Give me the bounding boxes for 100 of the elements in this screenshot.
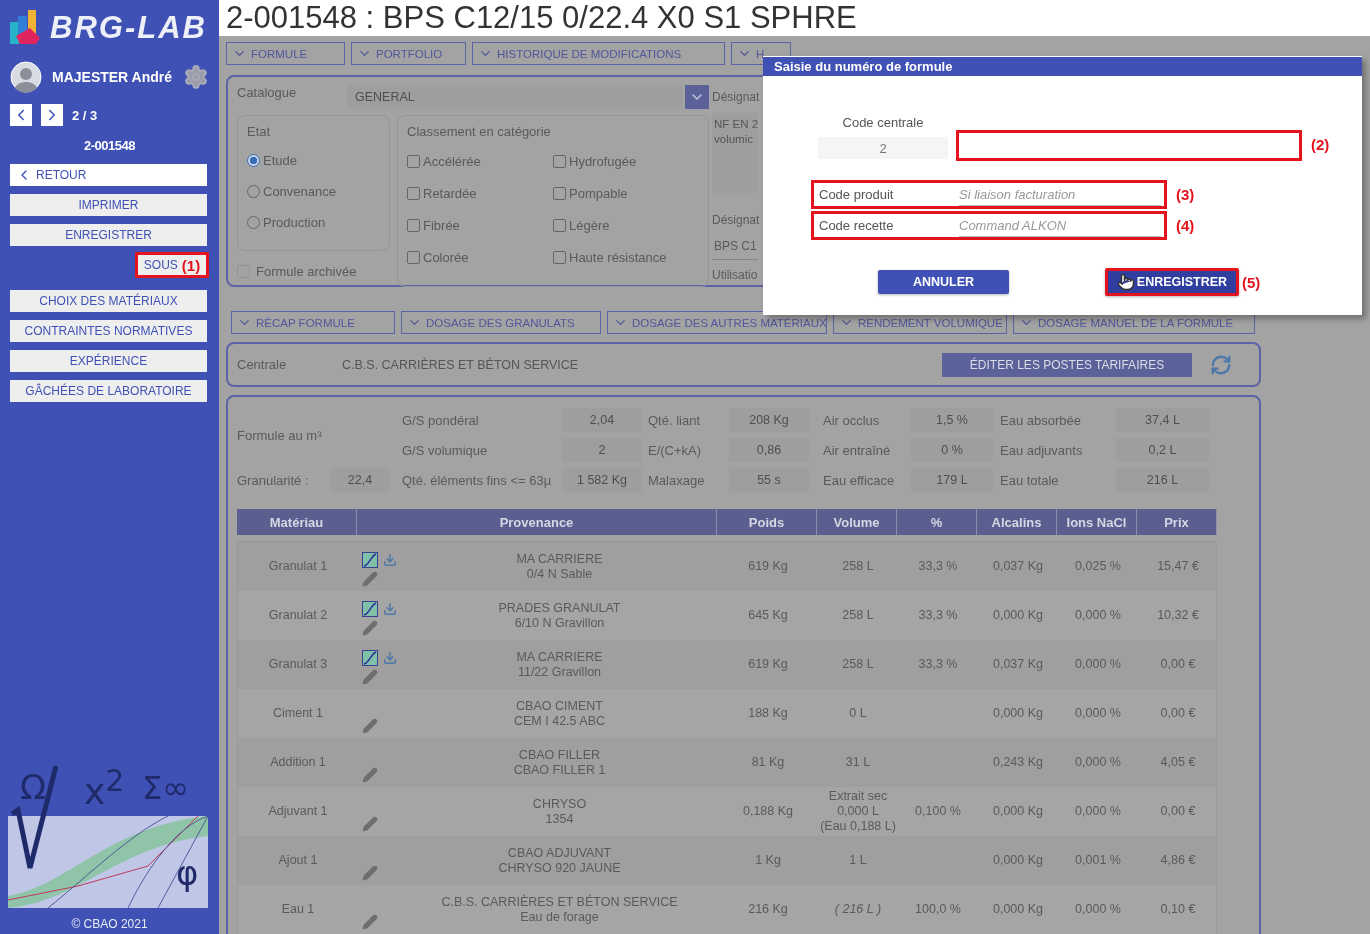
cancel-button[interactable]: ANNULER (878, 270, 1009, 294)
table-cell-text: C.B.S. CARRIÈRES ET BÉTON SERVICE Eau de forage (440, 893, 679, 926)
pencil-icon[interactable] (362, 816, 378, 832)
table-cell-text: 0,000 Kg (991, 705, 1044, 722)
download-icon[interactable] (383, 602, 397, 616)
designation-field[interactable]: BPS C1 (712, 235, 758, 260)
chart-icon[interactable] (362, 601, 378, 617)
section-tab[interactable]: DOSAGE DES GRANULATS (401, 311, 601, 334)
settings-icon[interactable] (183, 64, 209, 90)
checkbox[interactable] (407, 250, 420, 264)
checkbox[interactable] (407, 154, 420, 168)
radio-button[interactable] (247, 154, 260, 167)
checkbox[interactable] (407, 218, 420, 232)
chart-icon[interactable] (362, 650, 378, 666)
input-field[interactable]: Si liaison facturation (959, 183, 1161, 206)
table-cell-text: Granulat 2 (267, 607, 329, 624)
download-icon[interactable] (383, 651, 397, 665)
section-tab[interactable]: HISTORIQUE DE MODIFICATIONS (472, 42, 725, 65)
field-label: Centrale (237, 357, 288, 372)
section-tab[interactable]: PORTFOLIO (351, 42, 466, 65)
table-cell-text: 81 Kg (750, 754, 786, 771)
section-tab[interactable]: RÉCAP FORMULE (231, 311, 395, 334)
pencil-icon[interactable] (362, 865, 378, 881)
value-field: 1 582 Kg (562, 468, 642, 492)
column-header: % (897, 509, 977, 535)
column-header: Volume (817, 509, 897, 535)
table-cell-text: 258 L (841, 607, 875, 624)
checkbox[interactable] (553, 186, 566, 200)
pencil-icon[interactable] (362, 718, 378, 734)
checkbox[interactable] (553, 250, 566, 264)
option-label: Convenance (263, 184, 336, 199)
pencil-icon[interactable] (362, 914, 378, 930)
field-label: Eau adjuvants (1000, 442, 1083, 458)
table-cell-text: 33,3 % (917, 558, 959, 575)
table-cell-text: 0,100 % (914, 803, 962, 820)
option-label: Fibrée (423, 217, 460, 233)
field-label: Utilisatio (712, 268, 759, 282)
value-field: 2 (562, 438, 642, 462)
sidebar-button[interactable]: SOUS (1) (135, 252, 209, 278)
table-cell-text: 619 Kg (747, 558, 789, 575)
callout-label: (3) (1176, 186, 1195, 203)
table-cell-text: 0 L (848, 705, 868, 722)
table-cell-text: 0,10 € (1159, 901, 1197, 918)
user-name: MAJESTER André (52, 69, 173, 85)
table-cell-text: 33,3 % (917, 607, 959, 624)
next-button[interactable] (41, 104, 63, 126)
code-centrale-field: 2 (818, 137, 948, 159)
checkbox[interactable] (553, 218, 566, 232)
column-header: Provenance (357, 509, 717, 535)
dropdown-button[interactable] (685, 85, 709, 109)
table-cell-text: 31 L (844, 754, 872, 771)
field-label: Air occlus (823, 412, 880, 428)
column-header: Poids (717, 509, 817, 535)
page-counter: 2 / 3 (72, 107, 98, 123)
save-button[interactable]: ENREGISTRER (1105, 268, 1239, 296)
table-cell-text: Granulat 3 (267, 656, 329, 673)
option-label: Haute résistance (569, 249, 667, 265)
table-cell-text: 0,188 Kg (741, 803, 794, 820)
chart-icon[interactable] (362, 552, 378, 568)
table-cell-text: CHRYSO 1354 (531, 795, 588, 828)
table-cell-text: CBAO ADJUVANT CHRYSO 920 JAUNE (497, 844, 622, 877)
edit-pricing-button[interactable]: ÉDITER LES POSTES TARIFAIRES (942, 352, 1192, 377)
dialog-title: Saisie du numéro de formule (763, 57, 1362, 76)
callout-label: (5) (1242, 273, 1261, 291)
sidebar-button[interactable]: CHOIX DES MATÉRIAUX (10, 290, 207, 312)
sidebar-button[interactable]: EXPÉRIENCE (10, 350, 207, 372)
value-field: 0 % (911, 438, 993, 462)
table-cell-text: 258 L (841, 656, 875, 673)
previous-button[interactable] (10, 104, 32, 126)
table-cell-text: MA CARRIERE 11/22 Gravillon (515, 648, 604, 681)
table-cell-text: 0,025 % (1074, 558, 1122, 575)
field-label: G/S volumique (402, 442, 488, 458)
download-icon[interactable] (383, 553, 397, 567)
table-cell-text: Eau 1 (280, 901, 316, 918)
column-header: Prix (1137, 509, 1217, 535)
table-cell-text: 0,037 Kg (991, 558, 1044, 575)
table-cell-text: 258 L (841, 558, 875, 575)
app-logo: BRG-LAB (50, 10, 207, 46)
sidebar-button[interactable]: ENREGISTRER (10, 224, 207, 246)
sidebar-button[interactable]: CONTRAINTES NORMATIVES (10, 320, 207, 342)
refresh-icon[interactable] (1210, 353, 1232, 376)
value-field: 0,2 L (1116, 438, 1209, 462)
formula-number-input[interactable] (956, 130, 1302, 161)
centrale-value: C.B.S. CARRIÈRES ET BÉTON SERVICE (342, 357, 579, 372)
field-label: Malaxage (648, 472, 705, 488)
sidebar-button[interactable]: GÂCHÉES DE LABORATOIRE (10, 380, 207, 402)
table-cell-text: 0,000 Kg (991, 852, 1044, 869)
catalogue-field[interactable]: GENERAL (347, 85, 683, 109)
input-field[interactable]: Command ALKON (959, 214, 1161, 237)
table-cell-text: Extrait sec 0,000 L (Eau 0,188 L) (819, 788, 897, 835)
callout-label: (4) (1176, 217, 1195, 234)
note-field[interactable]: NF EN 2 volumic (712, 113, 758, 193)
section-tab[interactable]: FORMULE (226, 42, 345, 65)
back-button[interactable]: RETOUR (10, 164, 207, 186)
sidebar-button[interactable]: IMPRIMER (10, 194, 207, 216)
checkbox[interactable] (553, 154, 566, 168)
checkbox[interactable] (407, 186, 420, 200)
field-label: Code produit (819, 187, 895, 202)
table-cell-text: Granulat 1 (267, 558, 329, 575)
pencil-icon[interactable] (362, 767, 378, 783)
